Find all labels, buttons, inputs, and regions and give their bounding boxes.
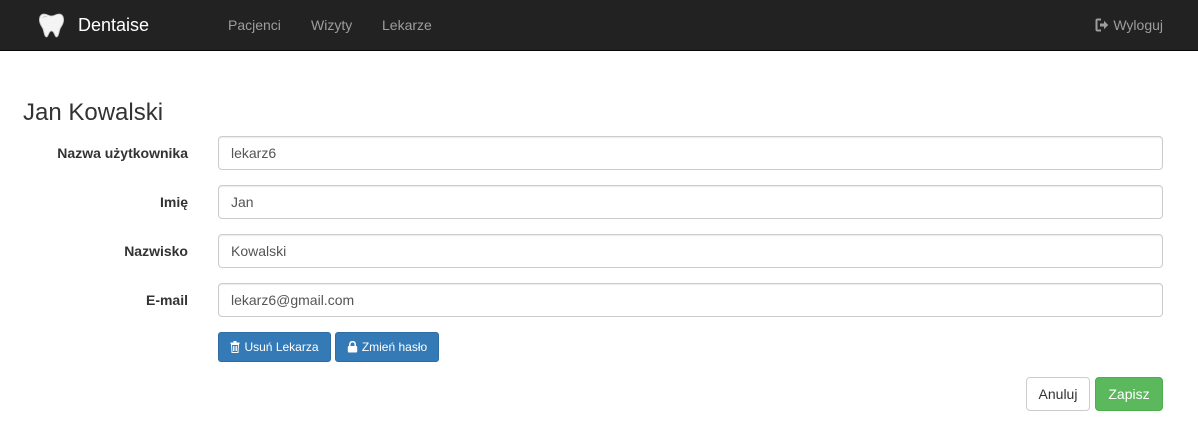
email-label: E-mail	[145, 292, 188, 308]
nav-link-wizyty[interactable]: Wizyty	[311, 0, 352, 50]
page-title: Jan Kowalski	[23, 99, 164, 126]
nav-link-pacjenci[interactable]: Pacjenci	[228, 0, 281, 50]
logout-link[interactable]: Wyloguj	[1095, 0, 1163, 50]
trash-icon	[230, 341, 244, 353]
logout-label: Wyloguj	[1113, 17, 1163, 33]
first-name-input[interactable]	[218, 185, 1163, 219]
email-input[interactable]	[218, 283, 1163, 317]
username-input[interactable]	[218, 136, 1163, 170]
last-name-label: Nazwisko	[124, 243, 188, 259]
tooth-icon	[38, 12, 65, 38]
change-password-label: Zmień hasło	[361, 340, 428, 354]
cancel-button[interactable]: Anuluj	[1026, 377, 1090, 411]
brand-name: Dentaise	[78, 14, 150, 35]
log-out-icon	[1095, 18, 1113, 32]
delete-doctor-label: Usuń Lekarza	[244, 340, 319, 354]
save-button[interactable]: Zapisz	[1095, 377, 1163, 411]
first-name-label: Imię	[159, 194, 188, 210]
top-navbar: Dentaise Pacjenci Wizyty Lekarze Wyloguj	[0, 0, 1198, 51]
last-name-input[interactable]	[218, 234, 1163, 268]
username-label: Nazwa użytkownika	[57, 145, 188, 161]
brand-link[interactable]: Dentaise	[38, 0, 149, 50]
nav-link-lekarze[interactable]: Lekarze	[382, 0, 432, 50]
change-password-button[interactable]: Zmień hasło	[335, 332, 439, 362]
delete-doctor-button[interactable]: Usuń Lekarza	[218, 332, 331, 362]
lock-icon	[347, 341, 362, 353]
